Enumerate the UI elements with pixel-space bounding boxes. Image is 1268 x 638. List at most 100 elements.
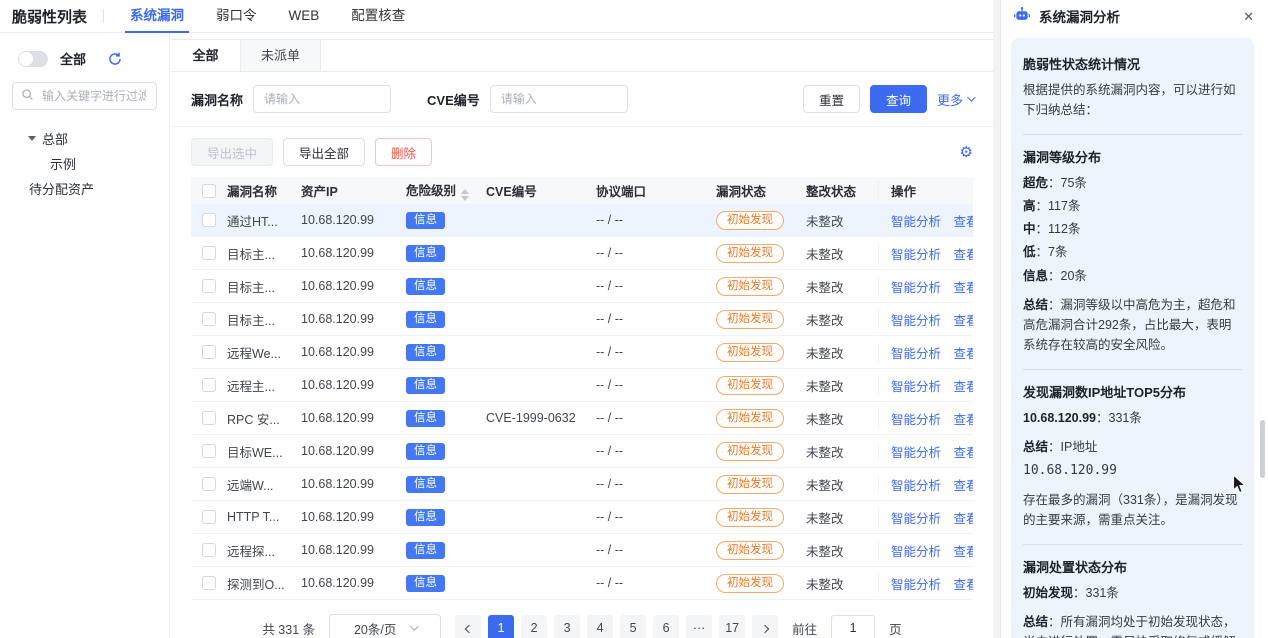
smart-analysis-link[interactable]: 智能分析: [891, 281, 941, 295]
table-body: 通过HT... 10.68.120.99 信息 -- / -- 初始发现 未整改…: [191, 204, 973, 600]
page-button-4[interactable]: 4: [587, 615, 613, 638]
page-button-6[interactable]: 6: [653, 615, 679, 638]
table-row[interactable]: RPC 安... 10.68.120.99 信息 CVE-1999-0632 -…: [191, 402, 973, 435]
cell-vuln-name[interactable]: 目标主...: [225, 244, 299, 263]
view-link[interactable]: 查看: [954, 545, 974, 559]
smart-analysis-link[interactable]: 智能分析: [891, 215, 941, 229]
smart-analysis-link[interactable]: 智能分析: [891, 479, 941, 493]
goto-page-input[interactable]: [831, 615, 875, 638]
close-icon[interactable]: ✕: [1243, 10, 1254, 23]
row-checkbox[interactable]: [202, 279, 216, 293]
tab-all[interactable]: 全部: [171, 40, 241, 71]
table-row[interactable]: 探测到O... 10.68.120.99 信息 -- / -- 初始发现 未整改…: [191, 567, 973, 600]
cell-vuln-name[interactable]: RPC 安...: [225, 409, 299, 428]
sort-icon[interactable]: [461, 189, 469, 201]
view-link[interactable]: 查看: [954, 314, 974, 328]
cell-vuln-name[interactable]: 远程探...: [225, 541, 299, 560]
row-checkbox[interactable]: [202, 477, 216, 491]
cell-vuln-name[interactable]: 探测到O...: [225, 574, 299, 593]
tree-filter-input[interactable]: [40, 88, 148, 104]
view-link[interactable]: 查看: [954, 578, 974, 592]
row-checkbox[interactable]: [202, 444, 216, 458]
row-checkbox[interactable]: [202, 345, 216, 359]
view-link[interactable]: 查看: [954, 413, 974, 427]
page-button-5[interactable]: 5: [620, 615, 646, 638]
refresh-icon[interactable]: [108, 52, 122, 66]
cell-vuln-name[interactable]: 目标WE...: [225, 442, 299, 461]
more-filters-link[interactable]: 更多: [937, 90, 973, 109]
view-link[interactable]: 查看: [954, 380, 974, 394]
table-row[interactable]: 远程主... 10.68.120.99 信息 -- / -- 初始发现 未整改 …: [191, 369, 973, 402]
cell-vuln-name[interactable]: 远端W...: [225, 475, 299, 494]
query-button[interactable]: 查询: [870, 85, 927, 113]
cell-vuln-name[interactable]: 远程主...: [225, 376, 299, 395]
row-checkbox[interactable]: [202, 543, 216, 557]
smart-analysis-link[interactable]: 智能分析: [891, 578, 941, 592]
page-button-1[interactable]: 1: [488, 615, 514, 638]
tab-system-vulnerabilities[interactable]: 系统漏洞: [128, 0, 186, 33]
column-settings-gear-icon[interactable]: ⚙: [960, 143, 973, 161]
row-checkbox[interactable]: [202, 213, 216, 227]
select-all-checkbox[interactable]: [202, 184, 216, 198]
tree-expand-caret-icon[interactable]: [28, 136, 36, 141]
table-row[interactable]: 远端W... 10.68.120.99 信息 -- / -- 初始发现 未整改 …: [191, 468, 973, 501]
page-button-2[interactable]: 2: [521, 615, 547, 638]
table-row[interactable]: 目标主... 10.68.120.99 信息 -- / -- 初始发现 未整改 …: [191, 303, 973, 336]
tree-node-example[interactable]: 示例: [12, 151, 157, 176]
smart-analysis-link[interactable]: 智能分析: [891, 512, 941, 526]
view-link[interactable]: 查看: [954, 512, 974, 526]
table-row[interactable]: 目标WE... 10.68.120.99 信息 -- / -- 初始发现 未整改…: [191, 435, 973, 468]
cell-vuln-name[interactable]: 目标主...: [225, 310, 299, 329]
page-ellipsis[interactable]: ···: [686, 615, 712, 638]
tab-web[interactable]: WEB: [287, 0, 322, 33]
table-row[interactable]: 远程We... 10.68.120.99 信息 -- / -- 初始发现 未整改…: [191, 336, 973, 369]
delete-button[interactable]: 删除: [375, 138, 432, 166]
table-row[interactable]: 通过HT... 10.68.120.99 信息 -- / -- 初始发现 未整改…: [191, 204, 973, 237]
cell-vuln-name[interactable]: 目标主...: [225, 277, 299, 296]
table-row[interactable]: 目标主... 10.68.120.99 信息 -- / -- 初始发现 未整改 …: [191, 270, 973, 303]
reset-button[interactable]: 重置: [803, 85, 860, 113]
view-link[interactable]: 查看: [954, 479, 974, 493]
smart-analysis-link[interactable]: 智能分析: [891, 446, 941, 460]
tab-config-check[interactable]: 配置核查: [349, 0, 407, 33]
tab-undispatched[interactable]: 未派单: [241, 40, 321, 71]
export-all-button[interactable]: 导出全部: [283, 138, 365, 166]
page-button-17[interactable]: 17: [719, 615, 745, 638]
row-checkbox[interactable]: [202, 576, 216, 590]
export-selected-button[interactable]: 导出选中: [191, 138, 273, 166]
prev-page-button[interactable]: [455, 615, 481, 638]
view-link[interactable]: 查看: [954, 248, 974, 262]
row-checkbox[interactable]: [202, 312, 216, 326]
row-checkbox[interactable]: [202, 411, 216, 425]
table-row[interactable]: 远程探... 10.68.120.99 信息 -- / -- 初始发现 未整改 …: [191, 534, 973, 567]
cve-input[interactable]: [490, 85, 628, 113]
view-link[interactable]: 查看: [954, 281, 974, 295]
smart-analysis-link[interactable]: 智能分析: [891, 545, 941, 559]
table-row[interactable]: HTTP T... 10.68.120.99 信息 -- / -- 初始发现 未…: [191, 501, 973, 534]
panel-scrollbar[interactable]: [1260, 420, 1265, 478]
smart-analysis-link[interactable]: 智能分析: [891, 413, 941, 427]
smart-analysis-link[interactable]: 智能分析: [891, 314, 941, 328]
tree-node-unassigned-assets[interactable]: 待分配资产: [12, 176, 157, 201]
view-link[interactable]: 查看: [954, 347, 974, 361]
cell-vuln-name[interactable]: 远程We...: [225, 343, 299, 362]
cell-vuln-name[interactable]: 通过HT...: [225, 211, 299, 230]
tree-node-headquarters[interactable]: 总部: [12, 126, 157, 151]
col-risk-level[interactable]: 危险级别: [404, 180, 484, 201]
next-page-button[interactable]: [752, 615, 778, 638]
row-checkbox[interactable]: [202, 378, 216, 392]
vuln-name-input[interactable]: [253, 85, 391, 113]
table-row[interactable]: 目标主... 10.68.120.99 信息 -- / -- 初始发现 未整改 …: [191, 237, 973, 270]
page-button-3[interactable]: 3: [554, 615, 580, 638]
row-checkbox[interactable]: [202, 510, 216, 524]
all-toggle[interactable]: [18, 51, 48, 67]
row-checkbox[interactable]: [202, 246, 216, 260]
smart-analysis-link[interactable]: 智能分析: [891, 347, 941, 361]
view-link[interactable]: 查看: [954, 215, 974, 229]
tab-weak-passwords[interactable]: 弱口令: [214, 0, 259, 33]
smart-analysis-link[interactable]: 智能分析: [891, 248, 941, 262]
cell-vuln-name[interactable]: HTTP T...: [225, 510, 299, 524]
view-link[interactable]: 查看: [954, 446, 974, 460]
smart-analysis-link[interactable]: 智能分析: [891, 380, 941, 394]
page-size-select[interactable]: 20条/页: [329, 614, 441, 638]
